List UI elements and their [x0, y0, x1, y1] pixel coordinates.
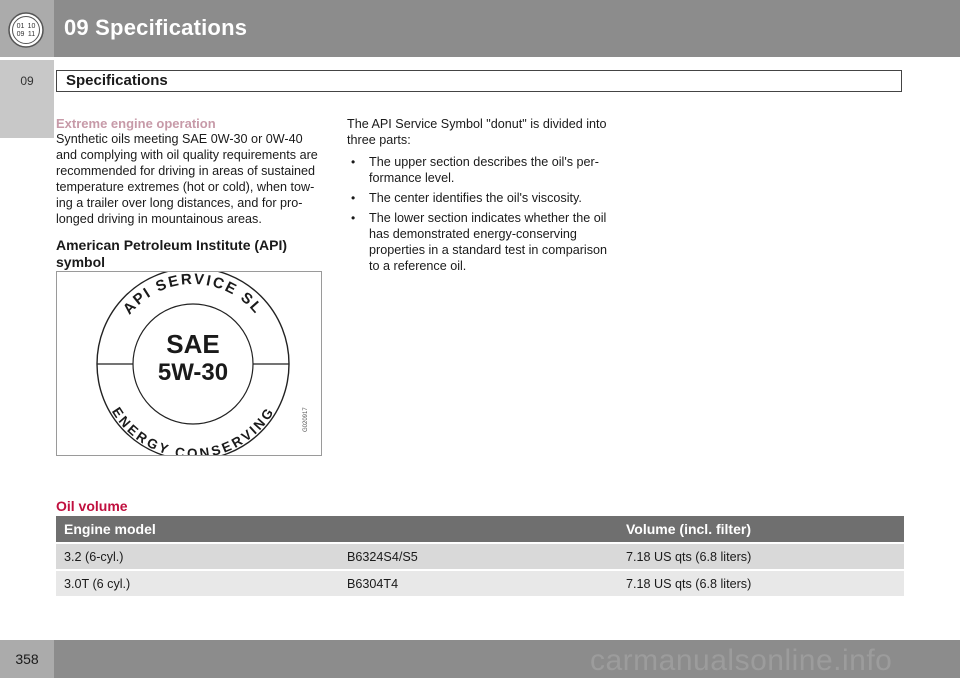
cell-engine: 3.2 (6-cyl.) [56, 542, 339, 570]
header-volume: Volume (incl. filter) [618, 516, 904, 543]
list-item: The lower section indicates whether the … [347, 210, 619, 274]
section-title-box [56, 70, 902, 92]
list-item: The upper section describes the oil's pe… [347, 154, 619, 186]
oil-volume-title: Oil volume [56, 498, 128, 514]
cell-volume: 7.18 US qts (6.8 liters) [618, 569, 904, 596]
donut-parts-list: The upper section describes the oil's pe… [347, 154, 619, 274]
oil-volume-table: Engine model Volume (incl. filter) 3.2 (… [56, 516, 904, 596]
icon-digit-tr: 10 [28, 23, 36, 30]
svg-text:ENERGY CONSERVING: ENERGY CONSERVING [109, 404, 276, 455]
api-symbol-heading: American Petroleum Institute (API) symbo… [56, 237, 288, 270]
api-center-sae: SAE [166, 329, 219, 359]
left-column: Extreme engine operation Synthetic oils … [56, 116, 324, 271]
svg-text:API SERVICE SL: API SERVICE SL [120, 272, 267, 318]
list-item: The center identifies the oil's viscosit… [347, 190, 619, 206]
header-tab: 01 10 09 11 [0, 0, 54, 57]
watermark: carmanualsonline.info [590, 644, 893, 677]
right-column: The API Service Symbol "donut" is divide… [347, 116, 619, 278]
api-center-viscosity: 5W-30 [158, 359, 228, 386]
api-symbol-figure: API SERVICE SL ENERGY CONSERVING SAE 5W-… [56, 267, 322, 461]
cell-engine-code: B6324S4/S5 [339, 542, 618, 570]
table-row: 3.0T (6 cyl.) B6304T4 7.18 US qts (6.8 l… [56, 569, 904, 596]
icon-digit-tl: 01 [17, 23, 25, 30]
cell-volume: 7.18 US qts (6.8 liters) [618, 542, 904, 570]
side-tab-label: 09 [20, 74, 34, 88]
chapter-number-icon: 01 10 09 11 [8, 12, 44, 48]
header-engine-model: Engine model [56, 516, 618, 543]
cell-engine-code: B6304T4 [339, 569, 618, 596]
extreme-operation-heading: Extreme engine operation [56, 116, 216, 131]
page-number: 358 [15, 651, 39, 667]
api-donut-icon: API SERVICE SL ENERGY CONSERVING SAE 5W-… [96, 267, 309, 461]
api-bottom-text: ENERGY CONSERVING [109, 404, 275, 460]
cell-engine: 3.0T (6 cyl.) [56, 569, 339, 596]
donut-intro-text: The API Service Symbol "donut" is divide… [347, 117, 607, 147]
table-header-row: Engine model Volume (incl. filter) [56, 516, 904, 543]
chapter-title: 09 Specifications [64, 15, 248, 40]
extreme-operation-text: Synthetic oils meeting SAE 0W-30 or 0W-4… [56, 132, 318, 226]
figure-code: G020917 [303, 407, 309, 432]
side-tab [0, 60, 54, 138]
icon-digit-br: 11 [28, 31, 35, 38]
icon-digit-bl: 09 [17, 31, 25, 38]
table-row: 3.2 (6-cyl.) B6324S4/S5 7.18 US qts (6.8… [56, 542, 904, 570]
api-top-text: API SERVICE SL [120, 271, 265, 318]
section-title: Specifications [66, 72, 168, 89]
